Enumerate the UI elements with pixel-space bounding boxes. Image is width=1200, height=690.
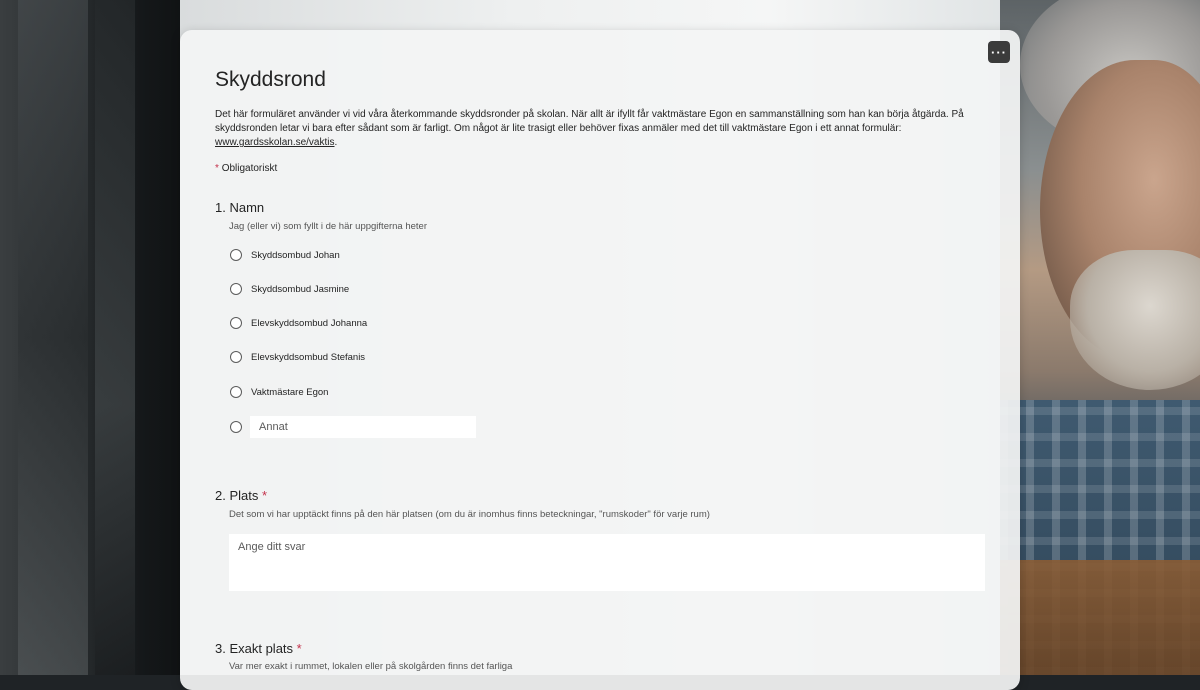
question-1-subtitle: Jag (eller vi) som fyllt i de här uppgif… (229, 221, 428, 232)
option-skyddsombud-johan[interactable]: Skyddsombud Johan (230, 246, 340, 264)
required-label: Obligatoriskt (221, 163, 278, 174)
form-description-text: Det här formuläret använder vi vid våra … (215, 109, 964, 134)
question-2-label: 2. Plats (215, 488, 259, 503)
background-beard (1070, 250, 1200, 390)
option-label: Vaktmästare Egon (251, 386, 329, 398)
required-star: * (261, 488, 268, 503)
radio-button[interactable] (230, 421, 242, 433)
required-star: * (215, 163, 219, 174)
more-options-button[interactable]: ··· (988, 41, 1010, 63)
question-2-title: 2. Plats * (215, 488, 267, 503)
option-elevskyddsombud-johanna[interactable]: Elevskyddsombud Johanna (230, 314, 367, 332)
radio-button[interactable] (230, 317, 242, 329)
option-label: Skyddsombud Jasmine (251, 283, 350, 295)
option-label: Skyddsombud Johan (251, 249, 340, 261)
option-label: Elevskyddsombud Stefanis (251, 351, 366, 363)
option-label: Elevskyddsombud Johanna (251, 317, 368, 329)
form-title: Skyddsrond (215, 68, 326, 91)
option-skyddsombud-jasmine[interactable]: Skyddsombud Jasmine (230, 280, 349, 298)
required-star: * (296, 641, 302, 656)
plats-answer-input[interactable]: Ange ditt svar (229, 534, 985, 591)
radio-button[interactable] (230, 249, 242, 261)
other-text-input[interactable]: Annat (250, 416, 476, 438)
question-1-title: 1. Namn (215, 200, 265, 215)
question-3-title: 3. Exakt plats * (215, 641, 302, 656)
option-elevskyddsombud-stefanis[interactable]: Elevskyddsombud Stefanis (230, 348, 365, 366)
background-window-frame (95, 0, 135, 675)
background-man-portrait (1000, 0, 1200, 675)
radio-button[interactable] (230, 351, 242, 363)
question-3-label: 3. Exakt plats (215, 641, 294, 656)
background-apron (1000, 560, 1200, 675)
question-2-subtitle: Det som vi har upptäckt finns på den här… (229, 509, 710, 520)
option-other[interactable]: Annat (230, 415, 476, 439)
background-window-frame (18, 0, 88, 675)
more-dots-icon: ··· (991, 44, 1007, 60)
required-note: * Obligatoriskt (215, 163, 277, 174)
option-vaktmastare-egon[interactable]: Vaktmästare Egon (230, 383, 328, 401)
vaktis-link[interactable]: www.gardsskolan.se/vaktis (215, 137, 335, 148)
radio-button[interactable] (230, 386, 242, 398)
form-description: Det här formuläret använder vi vid våra … (215, 108, 975, 150)
radio-button[interactable] (230, 283, 242, 295)
question-3-subtitle: Var mer exakt i rummet, lokalen eller på… (229, 661, 513, 672)
background-left-window (0, 0, 200, 675)
form-card: ··· Skyddsrond Det här formuläret använd… (180, 30, 1020, 690)
form-description-end: . (334, 137, 338, 148)
